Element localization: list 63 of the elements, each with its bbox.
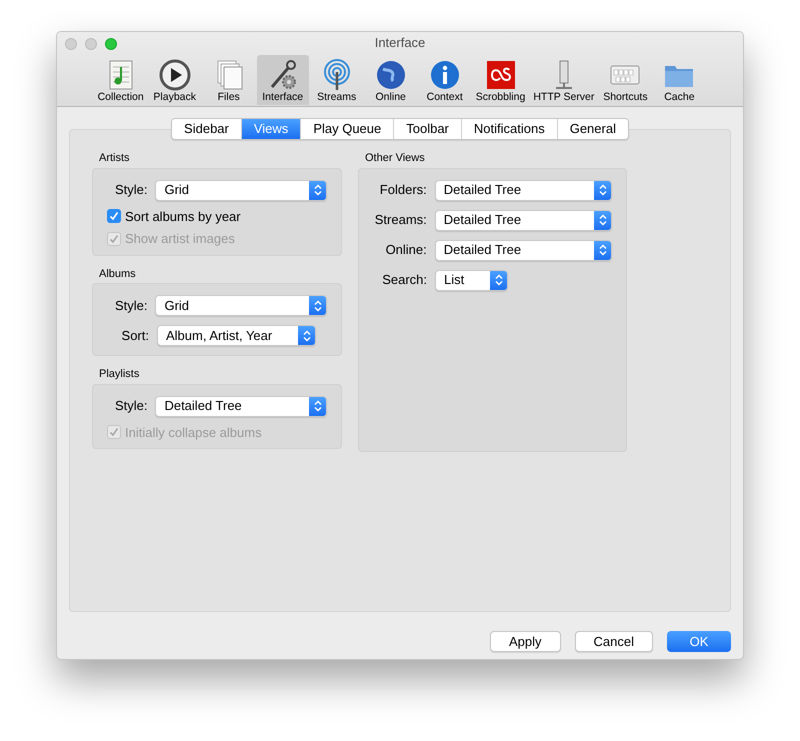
dropdown-value: List [443, 271, 466, 290]
toolbar-item[interactable]: Files [202, 55, 255, 105]
chevron-updown-icon [314, 400, 322, 412]
tab[interactable]: Toolbar [393, 119, 461, 139]
toolbar-item[interactable]: Playback [148, 55, 201, 105]
close-button[interactable] [65, 38, 77, 50]
field-label: Style: [114, 296, 148, 315]
chevron-updown-icon [314, 300, 322, 312]
dropdown-value: Album, Artist, Year [165, 326, 274, 345]
field-label: Online: [384, 241, 427, 260]
dropdown[interactable]: List [435, 270, 508, 290]
dropdown[interactable]: Detailed Tree [434, 240, 612, 260]
field-label: Search: [381, 271, 427, 290]
minimize-button[interactable] [85, 38, 97, 50]
dropdown[interactable]: Album, Artist, Year [157, 325, 316, 346]
tab[interactable]: General [556, 119, 628, 139]
chevron-updown-icon [598, 214, 606, 226]
group-title: Albums [98, 266, 137, 282]
dropdown[interactable]: Detailed Tree [434, 180, 612, 200]
dialog-button[interactable]: Apply [490, 631, 561, 652]
chevron-updown-icon [302, 330, 311, 342]
dropdown-value: Detailed Tree [442, 241, 522, 260]
window-title: Interface [374, 34, 426, 52]
toolbar-item[interactable]: Cache [653, 55, 706, 105]
scrobble-logo-icon [484, 59, 517, 91]
tab[interactable]: Play Queue [300, 119, 394, 139]
tab[interactable]: Notifications [460, 119, 557, 139]
group-title: Other Views [364, 151, 426, 166]
dropdown-value: Detailed Tree [442, 181, 522, 200]
info-icon [428, 59, 461, 91]
zoom-button[interactable] [105, 38, 117, 50]
dropdown[interactable]: Detailed Tree [155, 396, 327, 416]
dropdown-value: Grid [163, 296, 190, 315]
field-label: Style: [114, 397, 148, 416]
field-label: Sort: [120, 326, 149, 345]
group-title: Playlists [98, 367, 140, 382]
tab[interactable]: Sidebar [172, 119, 241, 139]
toolbar-item[interactable]: Online [364, 55, 417, 105]
dropdown[interactable]: Detailed Tree [434, 210, 612, 230]
group-title: Artists [98, 151, 131, 166]
field-label: Folders: [378, 181, 427, 200]
dropdown-value: Detailed Tree [442, 211, 522, 230]
field-label: Streams: [374, 211, 427, 230]
checkbox[interactable] [107, 209, 121, 224]
checkbox-option[interactable]: Sort albums by year [107, 206, 327, 226]
dropdown-value: Detailed Tree [163, 397, 243, 416]
toolbar-item[interactable]: HTTP Server [530, 55, 598, 105]
dropdown-value: Grid [163, 181, 190, 200]
field-label: Style: [114, 181, 148, 200]
dropdown[interactable]: Grid [155, 295, 327, 316]
chevron-updown-icon [314, 184, 322, 196]
chevron-updown-icon [598, 244, 606, 256]
toolbar-item[interactable]: Shortcuts [599, 55, 652, 105]
toolbar-item[interactable]: Streams [310, 55, 363, 105]
toolbar-item[interactable]: Scrobbling [472, 55, 528, 105]
dropdown[interactable]: Grid [155, 180, 327, 200]
play-icon [158, 59, 191, 91]
chevron-updown-icon [494, 274, 503, 286]
toolbar-item[interactable]: Interface [256, 55, 309, 105]
chevron-updown-icon [598, 184, 606, 196]
toolbar-item[interactable]: Collection [94, 55, 147, 105]
toolbar-item[interactable]: Context [418, 55, 471, 105]
dialog-button[interactable]: Cancel [574, 631, 653, 652]
